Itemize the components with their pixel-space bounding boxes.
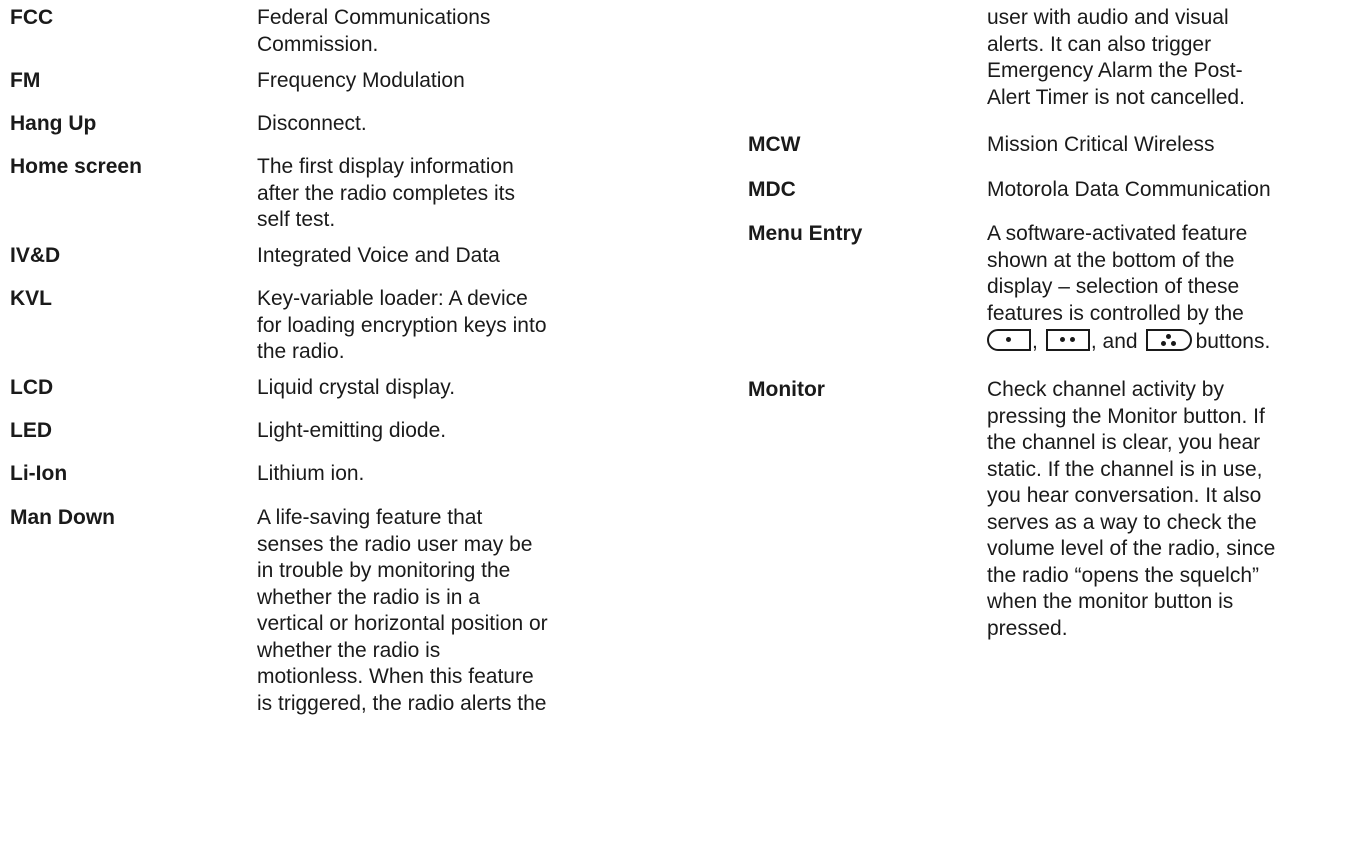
glossary-definition: Check channel activity by pressing the M…	[987, 377, 1275, 642]
glossary-term: Monitor	[748, 378, 825, 401]
menu-select-left-button-icon	[987, 329, 1031, 351]
definition-line: display – selection of these	[987, 275, 1240, 298]
definition-line: user with audio and visual	[987, 6, 1229, 29]
glossary-term: Man Down	[10, 506, 115, 529]
glossary-term: LED	[10, 419, 52, 442]
glossary-definition: Frequency Modulation	[257, 68, 465, 95]
glossary-term: FM	[10, 69, 41, 92]
definition-line: Commission.	[257, 32, 379, 56]
glossary-definition: The first display information after the …	[257, 154, 515, 234]
definition-line: Alert Timer is not cancelled.	[987, 85, 1245, 109]
definition-line: vertical or horizontal position or	[257, 612, 548, 635]
definition-line: senses the radio user may be	[257, 532, 533, 556]
definition-line: Federal Communications	[257, 6, 491, 29]
glossary-definition: Liquid crystal display.	[257, 375, 455, 402]
definition-line: The first display information	[257, 155, 514, 178]
glossary-term: KVL	[10, 287, 52, 310]
glossary-term: MCW	[748, 133, 801, 156]
menu-select-center-button-icon	[1045, 329, 1090, 351]
glossary-term: Hang Up	[10, 112, 97, 135]
glossary-definition: Mission Critical Wireless	[987, 132, 1215, 159]
definition-line: volume level of the radio, since	[987, 537, 1276, 560]
glossary-definition: Federal Communications Commission.	[257, 5, 490, 58]
definition-line: Liquid crystal display.	[257, 376, 456, 399]
glossary-definition: Integrated Voice and Data	[257, 243, 500, 270]
definition-line: A software-activated feature	[987, 222, 1248, 245]
separator-text: ,	[1032, 330, 1038, 353]
definition-line: whether the radio is	[257, 638, 441, 662]
definition-line: Mission Critical Wireless	[987, 133, 1215, 156]
definition-line: Check channel activity by	[987, 378, 1224, 401]
definition-line: static. If the channel is in use,	[987, 457, 1263, 481]
definition-line: the radio.	[257, 340, 345, 363]
definition-line: the radio “opens the squelch”	[987, 563, 1260, 587]
glossary-term: IV&D	[10, 244, 61, 267]
definition-line: is triggered, the radio alerts the	[257, 691, 547, 715]
definition-line: Light-emitting diode.	[257, 419, 447, 442]
separator-text: and	[1102, 330, 1138, 353]
glossary-term: Menu Entry	[748, 222, 863, 245]
definition-line: features is controlled by the	[987, 301, 1244, 325]
glossary-definition: Key-variable loader: A device for loadin…	[257, 286, 547, 366]
definition-line: Disconnect.	[257, 112, 367, 135]
definition-line: alerts. It can also trigger	[987, 32, 1212, 56]
definition-line: whether the radio is in a	[257, 585, 480, 609]
glossary-definition: A life-saving feature that senses the ra…	[257, 505, 548, 717]
definition-line: when the monitor button is	[987, 590, 1234, 613]
glossary-definition: Light-emitting diode.	[257, 418, 446, 445]
glossary-term: Li-Ion	[10, 462, 68, 485]
glossary-term: MDC	[748, 178, 796, 201]
glossary-definition: user with audio and visual alerts. It ca…	[987, 5, 1245, 111]
definition-line: pressing the Monitor button. If	[987, 404, 1265, 428]
glossary-definition: Lithium ion.	[257, 461, 364, 488]
definition-line: serves as a way to check the	[987, 510, 1257, 534]
definition-line: the channel is clear, you hear	[987, 431, 1261, 454]
glossary-term: LCD	[10, 376, 54, 399]
glossary-term: Home screen	[10, 155, 142, 178]
definition-line: Motorola Data Communication	[987, 178, 1271, 201]
glossary-definition: Motorola Data Communication	[987, 177, 1271, 204]
definition-line: Lithium ion.	[257, 462, 365, 485]
definition-line: after the radio completes its	[257, 181, 515, 205]
definition-line: in trouble by monitoring the	[257, 559, 511, 582]
definition-line: Frequency Modulation	[257, 69, 465, 92]
glossary-term: FCC	[10, 6, 54, 29]
glossary-definition: A software-activated feature shown at th…	[987, 221, 1270, 357]
separator-text: ,	[1090, 330, 1097, 353]
definition-line: self test.	[257, 208, 336, 231]
definition-line: Key-variable loader: A device	[257, 287, 528, 310]
definition-line-buttons: ,, and buttons.	[987, 327, 1270, 357]
buttons-text: buttons.	[1195, 330, 1271, 353]
definition-line: shown at the bottom of the	[987, 248, 1235, 272]
glossary-definition: Disconnect.	[257, 111, 367, 138]
definition-line: pressed.	[987, 616, 1068, 640]
definition-line: for loading encryption keys into	[257, 313, 547, 337]
definition-line: A life-saving feature that	[257, 506, 483, 529]
definition-line: motionless. When this feature	[257, 665, 534, 688]
definition-line: Integrated Voice and Data	[257, 244, 500, 267]
definition-line: Emergency Alarm the Post-	[987, 59, 1243, 82]
definition-line: you hear conversation. It also	[987, 484, 1262, 507]
menu-select-right-button-icon	[1145, 329, 1192, 351]
